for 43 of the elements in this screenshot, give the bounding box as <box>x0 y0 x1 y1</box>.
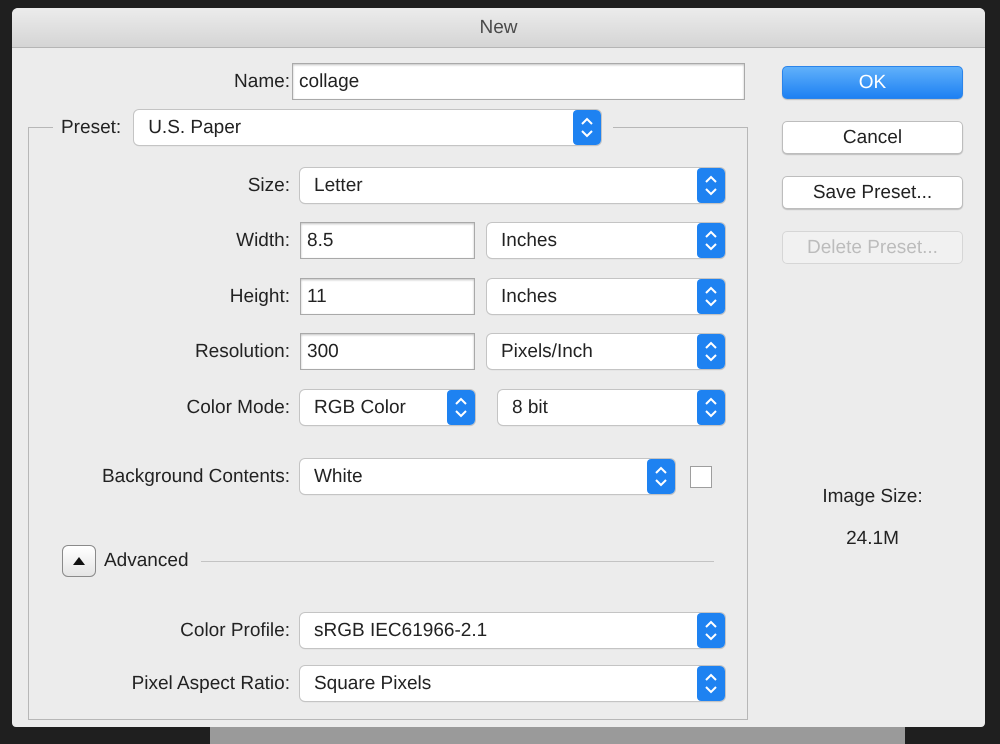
select-dropdown[interactable]: Inches <box>487 223 725 258</box>
field-label: Name: <box>233 70 290 92</box>
select-dropdown[interactable]: Square Pixels <box>300 666 725 701</box>
stepper-icon <box>697 334 725 369</box>
triangle-icon <box>72 556 86 566</box>
stepper-icon <box>697 223 725 258</box>
select-dropdown[interactable]: White <box>300 459 675 494</box>
stepper-icon <box>697 279 725 314</box>
name-field[interactable]: collage <box>292 63 745 100</box>
field-label: Color Profile: <box>179 620 290 642</box>
stepper-icon <box>697 613 725 648</box>
select-dropdown[interactable]: RGB Color <box>300 390 475 425</box>
stepper-icon <box>447 390 475 425</box>
input-field[interactable]: 8.5 <box>300 222 475 259</box>
select-dropdown[interactable]: U.S. Paper <box>134 110 602 145</box>
section-label: Advanced <box>104 550 189 572</box>
field-label: Resolution: <box>194 340 290 362</box>
select-dropdown[interactable]: 8 bit <box>498 390 725 425</box>
stepper-icon <box>697 168 725 203</box>
field-label: Preset: <box>61 116 122 138</box>
dialog-button[interactable]: Save Preset... <box>782 176 963 209</box>
window-title: New <box>479 16 518 38</box>
select-dropdown[interactable]: Letter <box>300 168 725 203</box>
stepper-icon <box>647 459 675 494</box>
select-dropdown[interactable]: Inches <box>487 279 725 314</box>
select-dropdown[interactable]: sRGB IEC61966-2.1 <box>300 613 725 648</box>
input-field[interactable]: 11 <box>300 278 475 315</box>
disclosure-button[interactable] <box>62 545 96 577</box>
field-label: Pixel Aspect Ratio: <box>130 672 290 694</box>
dialog-button[interactable]: Cancel <box>782 121 963 154</box>
image-size-value: 24.1M <box>846 528 899 550</box>
field-label: Color Mode: <box>186 396 290 418</box>
field-label: Width: <box>235 230 290 252</box>
field-label: Size: <box>246 174 290 196</box>
checkbox[interactable] <box>690 466 712 488</box>
stepper-icon <box>697 390 725 425</box>
input-field[interactable]: 300 <box>300 333 475 370</box>
field-label: Height: <box>228 286 290 308</box>
select-dropdown[interactable]: Pixels/Inch <box>487 334 725 369</box>
image-size-label: Image Size: <box>822 486 923 508</box>
stepper-icon <box>697 666 725 701</box>
stepper-icon <box>573 110 602 145</box>
field-label: Background Contents: <box>100 466 290 488</box>
